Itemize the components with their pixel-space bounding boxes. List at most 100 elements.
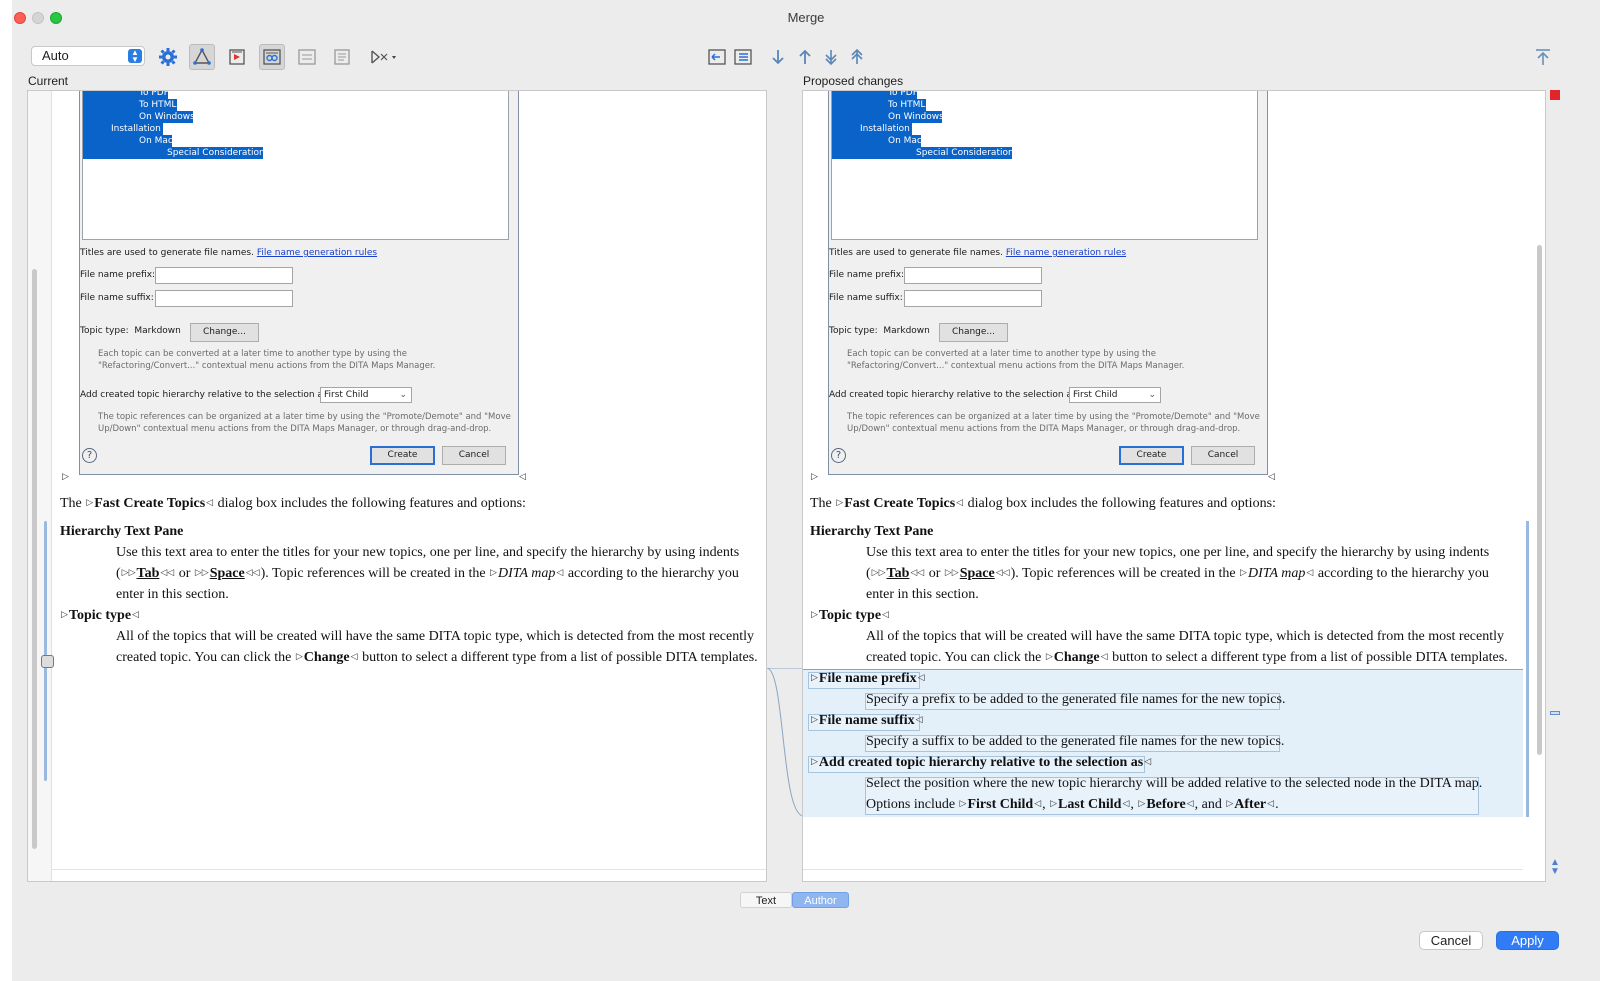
hierarchy-pane-text-1: Use this text area to enter the titles f… bbox=[116, 545, 740, 560]
suffix-input bbox=[155, 290, 293, 307]
mode-select[interactable]: Auto ▲ ▼ bbox=[31, 46, 145, 66]
outline-toggle-button[interactable] bbox=[189, 44, 215, 70]
first-diff-icon bbox=[851, 48, 863, 64]
last-change-button[interactable] bbox=[818, 44, 844, 70]
down-arrow-icon bbox=[772, 50, 784, 65]
tab-author[interactable]: Author bbox=[792, 892, 849, 908]
tag-start-marker: ▷ bbox=[62, 471, 69, 481]
top-icon bbox=[1536, 49, 1550, 65]
add-hierarchy-text-2: Options include ▷First Child◁, ▷Last Chi… bbox=[866, 797, 1279, 812]
chevron-down-icon: ⌄ bbox=[399, 390, 407, 400]
tree-item: On Mac bbox=[83, 135, 173, 147]
stepper-icon: ▲ ▼ bbox=[128, 49, 142, 64]
topic-type-label: Topic type: Markdown bbox=[80, 326, 181, 336]
cancel-button[interactable]: Cancel bbox=[1419, 931, 1483, 950]
prefix-input bbox=[155, 267, 293, 284]
format-icon bbox=[334, 49, 350, 65]
hierarchy-pane-heading: Hierarchy Text Pane bbox=[810, 524, 934, 539]
merge-point-icon[interactable] bbox=[41, 655, 54, 668]
right-bottom-divider bbox=[803, 869, 1523, 870]
topic-type-text-2: created topic. You can click the ▷Change… bbox=[116, 650, 758, 665]
add-hierarchy-heading: ▷Add created topic hierarchy relative to… bbox=[811, 755, 1152, 770]
scroll-stepper-icon[interactable]: ▲ ▼ bbox=[1550, 858, 1560, 877]
merge-flags-dropdown[interactable] bbox=[364, 44, 404, 70]
first-change-button[interactable] bbox=[844, 44, 870, 70]
format-button[interactable] bbox=[329, 44, 355, 70]
tree-item: Special Considerations bbox=[83, 147, 269, 159]
outline-icon bbox=[193, 48, 211, 65]
current-pane-label: Current bbox=[28, 74, 69, 88]
file-name-prefix-heading: ▷File name prefix◁ bbox=[811, 671, 925, 686]
tree-item: To PDF bbox=[83, 91, 169, 99]
left-bottom-divider bbox=[52, 869, 766, 870]
merge-window: Merge Auto ▲ ▼ Current Proposed changes … bbox=[12, 0, 1600, 981]
tree-item: Special Considerations bbox=[832, 147, 1018, 159]
tab-text[interactable]: Text bbox=[740, 892, 792, 908]
change-button-image: Change... bbox=[190, 323, 259, 342]
prefix-input bbox=[904, 267, 1042, 284]
prev-diff-left-icon bbox=[708, 49, 726, 65]
error-marker[interactable] bbox=[1550, 90, 1560, 100]
convert-note: Each topic can be converted at a later t… bbox=[98, 349, 436, 371]
prefix-label: File name prefix: bbox=[829, 270, 905, 280]
file-name-rules-link: File name generation rules bbox=[256, 248, 378, 258]
change-button-image: Change... bbox=[939, 323, 1008, 342]
list-button[interactable] bbox=[730, 44, 756, 70]
settings-button[interactable] bbox=[155, 44, 181, 70]
right-scrollbar-thumb[interactable] bbox=[1537, 245, 1542, 755]
topic-type-heading: ▷Topic type◁ bbox=[811, 608, 889, 623]
copy-left-button[interactable] bbox=[704, 44, 730, 70]
intro-paragraph: The ▷Fast Create Topics◁ dialog box incl… bbox=[60, 496, 526, 511]
change-location-marker[interactable] bbox=[1550, 711, 1560, 715]
hierarchy-pane-text-2: (▷▷Tab◁◁ or ▷▷Space◁◁). Topic references… bbox=[116, 566, 739, 581]
hierarchy-combo: First Child ⌄ bbox=[320, 387, 412, 403]
left-gutter bbox=[28, 91, 54, 881]
compare-words-icon bbox=[263, 49, 281, 65]
convert-note: Each topic can be converted at a later t… bbox=[847, 349, 1185, 371]
current-editor[interactable]: To PDF To HTML On Windows Installation O… bbox=[27, 90, 767, 882]
next-change-button[interactable] bbox=[765, 44, 791, 70]
suffix-label: File name suffix: bbox=[80, 293, 154, 303]
hierarchy-pane-text-3: enter in this section. bbox=[866, 587, 979, 602]
tree-item: On Mac bbox=[832, 135, 922, 147]
tree-item: Installation bbox=[832, 123, 912, 135]
hierarchy-pane-heading: Hierarchy Text Pane bbox=[60, 524, 184, 539]
tree-area: To PDF To HTML On Windows Installation O… bbox=[82, 91, 509, 240]
tree-item: To HTML bbox=[83, 99, 177, 111]
compare-words-button[interactable] bbox=[259, 44, 285, 70]
proposed-editor[interactable]: To PDF To HTML On Windows Installation O… bbox=[802, 90, 1546, 882]
topic-type-heading: ▷Topic type◁ bbox=[61, 608, 139, 623]
window-title: Merge bbox=[787, 10, 825, 25]
left-scrollbar-thumb[interactable] bbox=[32, 269, 37, 849]
tree-item: On Windows bbox=[832, 111, 944, 123]
list-icon bbox=[734, 49, 752, 65]
titles-note: Titles are used to generate file names. … bbox=[829, 248, 1127, 258]
dialog-screenshot-right: To PDF To HTML On Windows Installation O… bbox=[828, 91, 1268, 475]
suffix-input bbox=[904, 290, 1042, 307]
compare-lines-button[interactable] bbox=[294, 44, 320, 70]
topic-type-text-1: All of the topics that will be created w… bbox=[116, 629, 755, 644]
previous-change-button[interactable] bbox=[792, 44, 818, 70]
hierarchy-pane-text-3: enter in this section. bbox=[116, 587, 229, 602]
apply-button[interactable]: Apply bbox=[1496, 931, 1559, 950]
title-bar: Merge bbox=[12, 0, 1600, 34]
hierarchy-label: Add created topic hierarchy relative to … bbox=[80, 390, 331, 400]
hierarchy-pane-text-1: Use this text area to enter the titles f… bbox=[866, 545, 1490, 560]
cancel-button-image: Cancel bbox=[1191, 446, 1255, 465]
tag-end-marker: ◁ bbox=[1268, 471, 1275, 481]
scroll-top-button[interactable] bbox=[1530, 44, 1556, 70]
topic-type-text-1: All of the topics that will be created w… bbox=[866, 629, 1505, 644]
diff-connector bbox=[767, 668, 803, 817]
compare-lines-icon bbox=[298, 49, 316, 65]
merge-flag-icon bbox=[371, 50, 396, 64]
dialog-screenshot-left: To PDF To HTML On Windows Installation O… bbox=[79, 91, 519, 475]
add-hierarchy-text-1: Select the position where the new topic … bbox=[866, 776, 1483, 791]
rewind-button[interactable] bbox=[224, 44, 250, 70]
intro-paragraph: The ▷Fast Create Topics◁ dialog box incl… bbox=[810, 496, 1276, 511]
hierarchy-label: Add created topic hierarchy relative to … bbox=[829, 390, 1080, 400]
chevron-down-icon: ⌄ bbox=[1148, 390, 1156, 400]
tree-item: To PDF bbox=[832, 91, 918, 99]
tree-area: To PDF To HTML On Windows Installation O… bbox=[831, 91, 1258, 240]
overview-ruler[interactable]: ▲ ▼ bbox=[1537, 90, 1562, 882]
file-name-rules-link: File name generation rules bbox=[1005, 248, 1127, 258]
